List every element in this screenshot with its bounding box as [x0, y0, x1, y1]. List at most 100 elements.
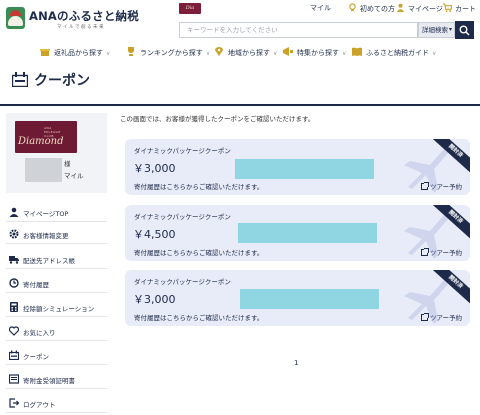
tour-reservation-label: ツアー予約 [429, 183, 462, 191]
map-pin-icon [215, 47, 223, 56]
chevron-down-icon: ∨ [106, 50, 111, 57]
sidebar-item-label: 配送先アドレス帳 [23, 257, 75, 265]
trophy-icon [128, 47, 134, 56]
coupon-card: ダイナミックパッケージクーポン ￥3,000 寄付履歴はこちらからご確認いただけ… [125, 270, 470, 326]
sidebar-item-label: 寄附金受領証明書 [23, 377, 75, 385]
mypage-link[interactable]: マイページ [396, 3, 443, 14]
chevron-down-icon: ∨ [273, 50, 278, 57]
pagination-current-page[interactable]: 1 [294, 359, 298, 367]
coupon-name: ダイナミックパッケージクーポン [134, 213, 231, 221]
nav-item-feature-label: 特集から探す [297, 49, 339, 57]
truck-icon [9, 256, 19, 264]
search-button[interactable] [455, 21, 474, 39]
first-time-label: 初めての方 [360, 5, 395, 13]
mile-label: マイル [64, 172, 84, 180]
sidebar-item-label: クーポン [23, 353, 49, 361]
chevron-down-icon: ∨ [205, 50, 211, 57]
coupon-amount: ￥3,000 [133, 293, 176, 306]
category-nav: 返礼品から探す ∨ ランキングから探す ∨ 地域から探す ∨ 特集から探す ∨ ふるさと… [0, 44, 480, 62]
donation-history-link[interactable]: 寄付履歴はこちらからご確認いただけます。 [134, 247, 263, 257]
coupon-name: ダイナミックパッケージクーポン [134, 147, 231, 155]
sidebar-item-receipt[interactable]: 寄附金受領証明書 [6, 370, 107, 389]
external-link-icon [420, 182, 429, 190]
cart-link[interactable]: カート [443, 3, 476, 14]
chevron-down-icon: ∨ [432, 50, 437, 57]
sidebar-item-label: お客様情報変更 [23, 232, 69, 240]
logout-icon [9, 398, 19, 408]
search-icon [459, 25, 470, 36]
book-icon [352, 47, 362, 56]
sidebar-item-label: ログアウト [23, 401, 56, 409]
tour-reservation-link[interactable]: ツアー予約 [420, 247, 462, 257]
external-link-icon [420, 313, 429, 321]
sidebar-item-label: マイページTOP [23, 210, 69, 218]
coupon-icon [12, 72, 28, 87]
mile-link[interactable]: マイル [310, 3, 331, 13]
user-icon [396, 3, 405, 12]
page-title: クーポン [34, 73, 90, 89]
lightbulb-icon [349, 3, 356, 12]
coupon-amount: ￥4,500 [133, 228, 176, 241]
nav-item-ranking-label: ランキングから探す [140, 49, 203, 57]
sidebar-item-profile-edit[interactable]: お客様情報変更 [6, 225, 107, 244]
membership-card-title: Diamond [18, 136, 64, 147]
ana-furusato-logo-icon[interactable] [6, 7, 25, 29]
history-icon [9, 278, 19, 288]
coupon-intro-text: この画面では、お客様が獲得したクーポンをご確認いただけます。 [120, 115, 315, 123]
mile-link-label: マイル [310, 4, 331, 12]
tour-reservation-label: ツアー予約 [429, 249, 462, 257]
sidebar-item-coupon[interactable]: クーポン [6, 346, 107, 365]
calculator-icon [10, 302, 18, 312]
redacted-coupon-code [240, 289, 379, 309]
cart-icon [443, 3, 452, 12]
member-status-badge: Dia [179, 3, 201, 14]
chevron-down-icon: ▾ [448, 26, 452, 33]
mypage-label: マイページ [408, 5, 443, 13]
sidebar-item-label: 控除額シミュレーション [23, 305, 95, 313]
redacted-user-name [25, 158, 62, 182]
coupon-card: ダイナミックパッケージクーポン ￥3,000 寄付履歴はこちらからご確認いただけ… [125, 139, 470, 195]
cart-label: カート [455, 5, 476, 13]
sidebar-item-donation-history[interactable]: 寄付履歴 [6, 274, 107, 293]
site-header: ANAのふるさと納税 マイルで創る未来 Dia マイル 初めての方 マイページ … [0, 0, 480, 39]
nav-item-region-label: 地域から探す [228, 49, 270, 57]
coupon-amount: ￥3,000 [133, 162, 176, 175]
sidebar-item-address-book[interactable]: 配送先アドレス帳 [6, 250, 107, 269]
coupon-icon [9, 350, 19, 360]
logo-text[interactable]: ANAのふるさと納税 [29, 8, 139, 24]
feature-icon [283, 47, 293, 56]
detail-search-label: 詳細検索 [422, 26, 448, 34]
heart-icon [9, 326, 19, 336]
gear-icon [9, 229, 19, 239]
coupon-card: ダイナミックパッケージクーポン ￥4,500 寄付履歴はこちらからご確認いただけ… [125, 205, 470, 261]
sidebar-item-logout[interactable]: ログアウト [6, 394, 107, 413]
nav-item-guide-label: ふるさと納税ガイド [366, 49, 429, 57]
honorific-label: 様 [64, 160, 71, 168]
tour-reservation-link[interactable]: ツアー予約 [420, 181, 462, 191]
donation-history-link[interactable]: 寄付履歴はこちらからご確認いただけます。 [134, 181, 263, 191]
redacted-coupon-code [235, 159, 374, 179]
sidebar-item-favorites[interactable]: お気に入り [6, 322, 107, 341]
redacted-coupon-code [238, 223, 377, 243]
nav-item-ranking[interactable]: ランキングから探す ∨ [126, 47, 210, 58]
logo-subtitle: マイルで創る未来 [57, 25, 105, 30]
sidebar-item-label: 寄付履歴 [23, 281, 49, 289]
sidebar-item-mypage-top[interactable]: マイページTOP [6, 203, 107, 222]
external-link-icon [420, 248, 429, 256]
first-time-link[interactable]: 初めての方 [348, 3, 395, 14]
search-input[interactable]: キーワードを入力してください [179, 22, 418, 38]
detail-search-dropdown[interactable]: 詳細検索 ▾ [418, 22, 455, 38]
nav-item-gifts[interactable]: 返礼品から探す ∨ [40, 47, 110, 58]
coupon-name: ダイナミックパッケージクーポン [134, 278, 231, 286]
chevron-down-icon: ∨ [342, 50, 347, 57]
gift-icon [40, 49, 50, 56]
nav-item-feature[interactable]: 特集から探す ∨ [283, 47, 346, 58]
sidebar-item-label: お気に入り [23, 329, 56, 337]
nav-item-guide[interactable]: ふるさと納税ガイド ∨ [352, 47, 436, 58]
sidebar-item-simulation[interactable]: 控除額シミュレーション [6, 298, 107, 317]
nav-item-region[interactable]: 地域から探す ∨ [214, 47, 277, 58]
tour-reservation-label: ツアー予約 [429, 314, 462, 322]
donation-history-link[interactable]: 寄付履歴はこちらからご確認いただけます。 [134, 312, 263, 322]
user-icon [9, 207, 19, 217]
tour-reservation-link[interactable]: ツアー予約 [420, 312, 462, 322]
